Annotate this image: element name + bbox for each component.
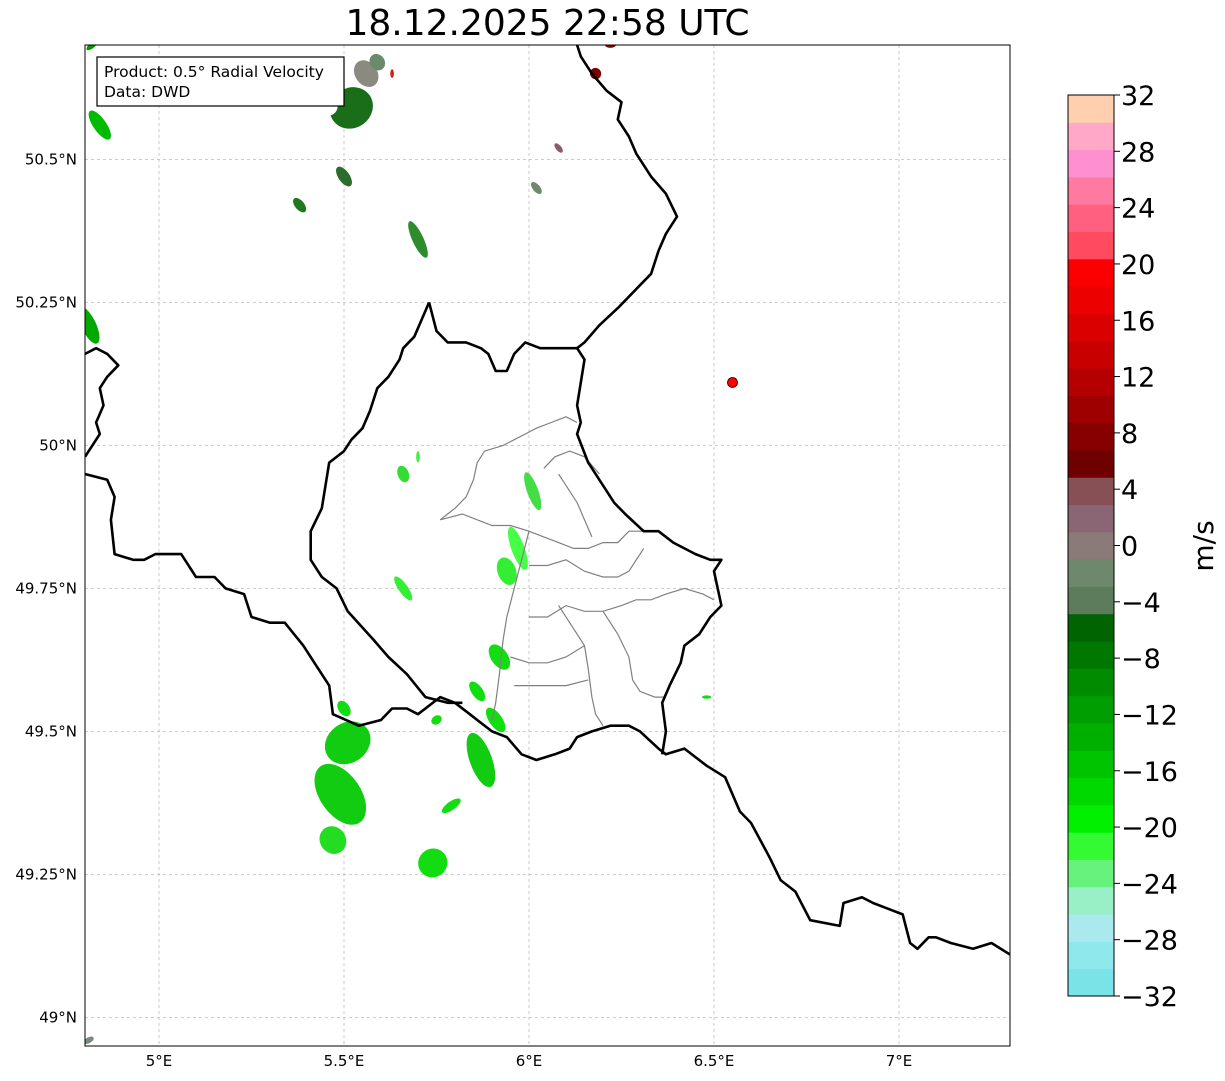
colorbar-segment bbox=[1068, 914, 1114, 942]
colorbar-segment bbox=[1068, 204, 1114, 233]
colorbar-tick-label: 24 bbox=[1121, 194, 1155, 225]
colorbar-segment bbox=[1068, 368, 1114, 396]
colorbar-segment bbox=[1068, 859, 1114, 888]
colorbar-segment bbox=[1068, 531, 1114, 560]
colorbar-tick-label: 0 bbox=[1121, 532, 1138, 563]
colorbar-segment bbox=[1068, 886, 1114, 915]
colorbar-tick-label: 28 bbox=[1121, 137, 1155, 168]
colorbar-segment bbox=[1068, 941, 1114, 970]
colorbar-tick-label: −4 bbox=[1121, 588, 1161, 619]
colorbar-tick-label: −8 bbox=[1121, 644, 1161, 675]
colorbar-segment bbox=[1068, 340, 1114, 369]
colorbar-segment bbox=[1068, 122, 1114, 151]
colorbar-segment bbox=[1068, 231, 1114, 260]
colorbar-segment bbox=[1068, 668, 1114, 697]
colorbar-tick-label: −32 bbox=[1121, 982, 1178, 1013]
colorbar-unit: m/s bbox=[1187, 520, 1220, 571]
colorbar-segment bbox=[1068, 695, 1114, 724]
colorbar-segment bbox=[1068, 559, 1114, 587]
colorbar-tick-label: −24 bbox=[1121, 869, 1178, 900]
colorbar-segment bbox=[1068, 95, 1114, 123]
colorbar-segment bbox=[1068, 613, 1114, 642]
colorbar-segment bbox=[1068, 750, 1114, 779]
colorbar-tick-label: 12 bbox=[1121, 363, 1155, 394]
colorbar-tick-label: −12 bbox=[1121, 700, 1178, 731]
colorbar-segment bbox=[1068, 149, 1114, 178]
colorbar-segment bbox=[1068, 395, 1114, 424]
colorbar-segment bbox=[1068, 641, 1114, 669]
colorbar-segment bbox=[1068, 477, 1114, 506]
colorbar-segment bbox=[1068, 176, 1114, 205]
colorbar-segment bbox=[1068, 504, 1114, 533]
colorbar-segment bbox=[1068, 968, 1114, 997]
colorbar-segment bbox=[1068, 777, 1114, 806]
colorbar-segment bbox=[1068, 422, 1114, 451]
colorbar-tick-label: 8 bbox=[1121, 419, 1138, 450]
colorbar-segments bbox=[1068, 95, 1114, 997]
colorbar-tick-label: −20 bbox=[1121, 813, 1178, 844]
colorbar: 32 28 24 20 16 12 8 4 0 −4 −8 −12 −16 −20 −24 −28 −32 m/… bbox=[1067, 81, 1220, 1013]
colorbar-tick-label: 32 bbox=[1121, 81, 1155, 112]
colorbar-tick-label: −16 bbox=[1121, 757, 1178, 788]
colorbar-tick-label: −28 bbox=[1121, 926, 1178, 957]
colorbar-tick-label: 20 bbox=[1121, 250, 1155, 281]
colorbar-segment bbox=[1068, 804, 1114, 833]
colorbar-segment bbox=[1068, 449, 1114, 478]
colorbar-segment bbox=[1068, 258, 1114, 287]
colorbar-segment bbox=[1068, 586, 1114, 615]
colorbar-segment bbox=[1068, 313, 1114, 342]
colorbar-segment bbox=[1068, 722, 1114, 751]
colorbar-ticks: 32 28 24 20 16 12 8 4 0 −4 −8 −12 −16 −20 −24 −28 −32 bbox=[1114, 81, 1178, 1013]
colorbar-tick-label: 4 bbox=[1121, 475, 1138, 506]
colorbar-tick-label: 16 bbox=[1121, 306, 1155, 337]
colorbar-segment bbox=[1068, 832, 1114, 860]
colorbar-segment bbox=[1068, 286, 1114, 314]
